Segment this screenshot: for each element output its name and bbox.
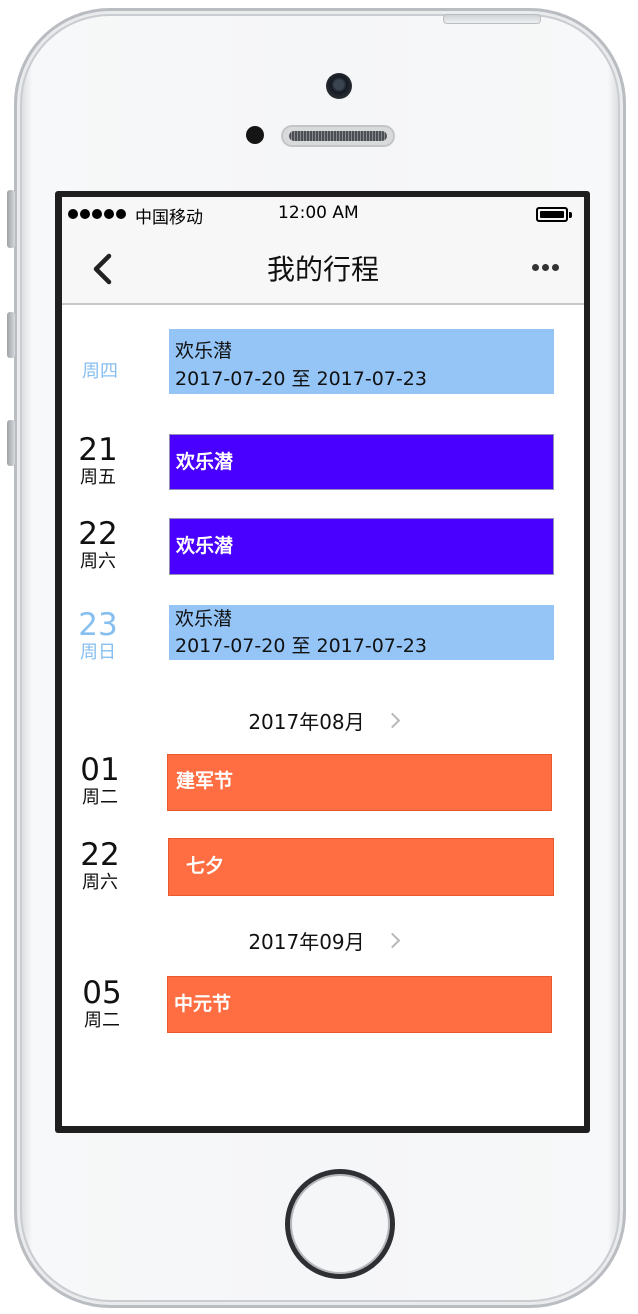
mute-switch: [7, 190, 15, 248]
chevron-right-icon: [384, 932, 400, 949]
event-date-range: 2017-07-20 至 2017-07-23: [175, 368, 427, 390]
weekday-label: 周二: [84, 1010, 120, 1031]
weekday-label: 周六: [80, 551, 116, 572]
date-label: 周四: [62, 361, 138, 383]
date-label: 01 周二: [62, 753, 138, 809]
event-card[interactable]: 欢乐潜 2017-07-20 至 2017-07-23: [169, 329, 554, 394]
chevron-right-icon: [384, 712, 400, 729]
page-title: 我的行程: [266, 253, 379, 286]
carrier-name: 中国移动: [135, 208, 203, 228]
battery-icon: [536, 207, 572, 222]
event-card[interactable]: 七夕: [168, 838, 554, 896]
date-label: 22 周六: [62, 517, 136, 573]
navigation-bar: 我的行程: [62, 233, 584, 305]
more-options-icon[interactable]: [532, 264, 559, 271]
weekday-label: 周五: [80, 467, 116, 488]
day-number: 05: [82, 975, 122, 1011]
volume-up-button: [7, 312, 15, 358]
event-title: 七夕: [186, 855, 225, 877]
month-header[interactable]: 2017年09月: [62, 926, 584, 955]
proximity-sensor: [246, 126, 264, 144]
home-button[interactable]: [285, 1169, 395, 1279]
weekday-label: 周四: [82, 361, 118, 382]
day-number: 23: [78, 607, 118, 643]
day-number: 22: [80, 837, 120, 873]
event-card[interactable]: 欢乐潜: [169, 518, 554, 575]
weekday-label: 周日: [80, 642, 116, 663]
event-title: 欢乐潜: [176, 535, 234, 557]
event-card[interactable]: 建军节: [167, 754, 552, 811]
front-camera: [326, 73, 352, 99]
weekday-label: 周二: [82, 787, 118, 808]
volume-down-button: [7, 420, 15, 466]
month-label: 2017年08月: [248, 710, 365, 734]
status-bar: 中国移动 12:00 AM: [62, 197, 584, 233]
event-title: 欢乐潜: [175, 608, 233, 630]
signal-strength-icon: [68, 209, 126, 219]
day-number: 01: [80, 752, 120, 788]
date-label: 21 周五: [62, 433, 136, 489]
month-header[interactable]: 2017年08月: [62, 706, 584, 735]
power-button: [443, 14, 541, 24]
event-card[interactable]: 欢乐潜 2017-07-20 至 2017-07-23: [169, 605, 554, 660]
app-display: 中国移动 12:00 AM 我的行程 周四 欢乐潜 2017-07-20 至 2…: [62, 197, 584, 1126]
earpiece-speaker: [281, 125, 395, 147]
event-title: 中元节: [174, 993, 232, 1015]
date-label: 05 周二: [64, 976, 140, 1032]
day-number: 21: [78, 432, 118, 468]
day-number: 22: [78, 516, 118, 552]
date-label: 22 周六: [62, 838, 138, 894]
event-title: 建军节: [176, 770, 234, 792]
event-card[interactable]: 中元节: [167, 976, 552, 1033]
date-label: 23 周日: [62, 608, 136, 664]
month-label: 2017年09月: [248, 930, 365, 954]
status-time: 12:00 AM: [278, 203, 359, 223]
event-date-range: 2017-07-20 至 2017-07-23: [175, 635, 427, 657]
weekday-label: 周六: [82, 872, 118, 893]
event-title: 欢乐潜: [176, 451, 234, 473]
event-title: 欢乐潜: [175, 340, 233, 362]
event-card[interactable]: 欢乐潜: [169, 434, 554, 490]
